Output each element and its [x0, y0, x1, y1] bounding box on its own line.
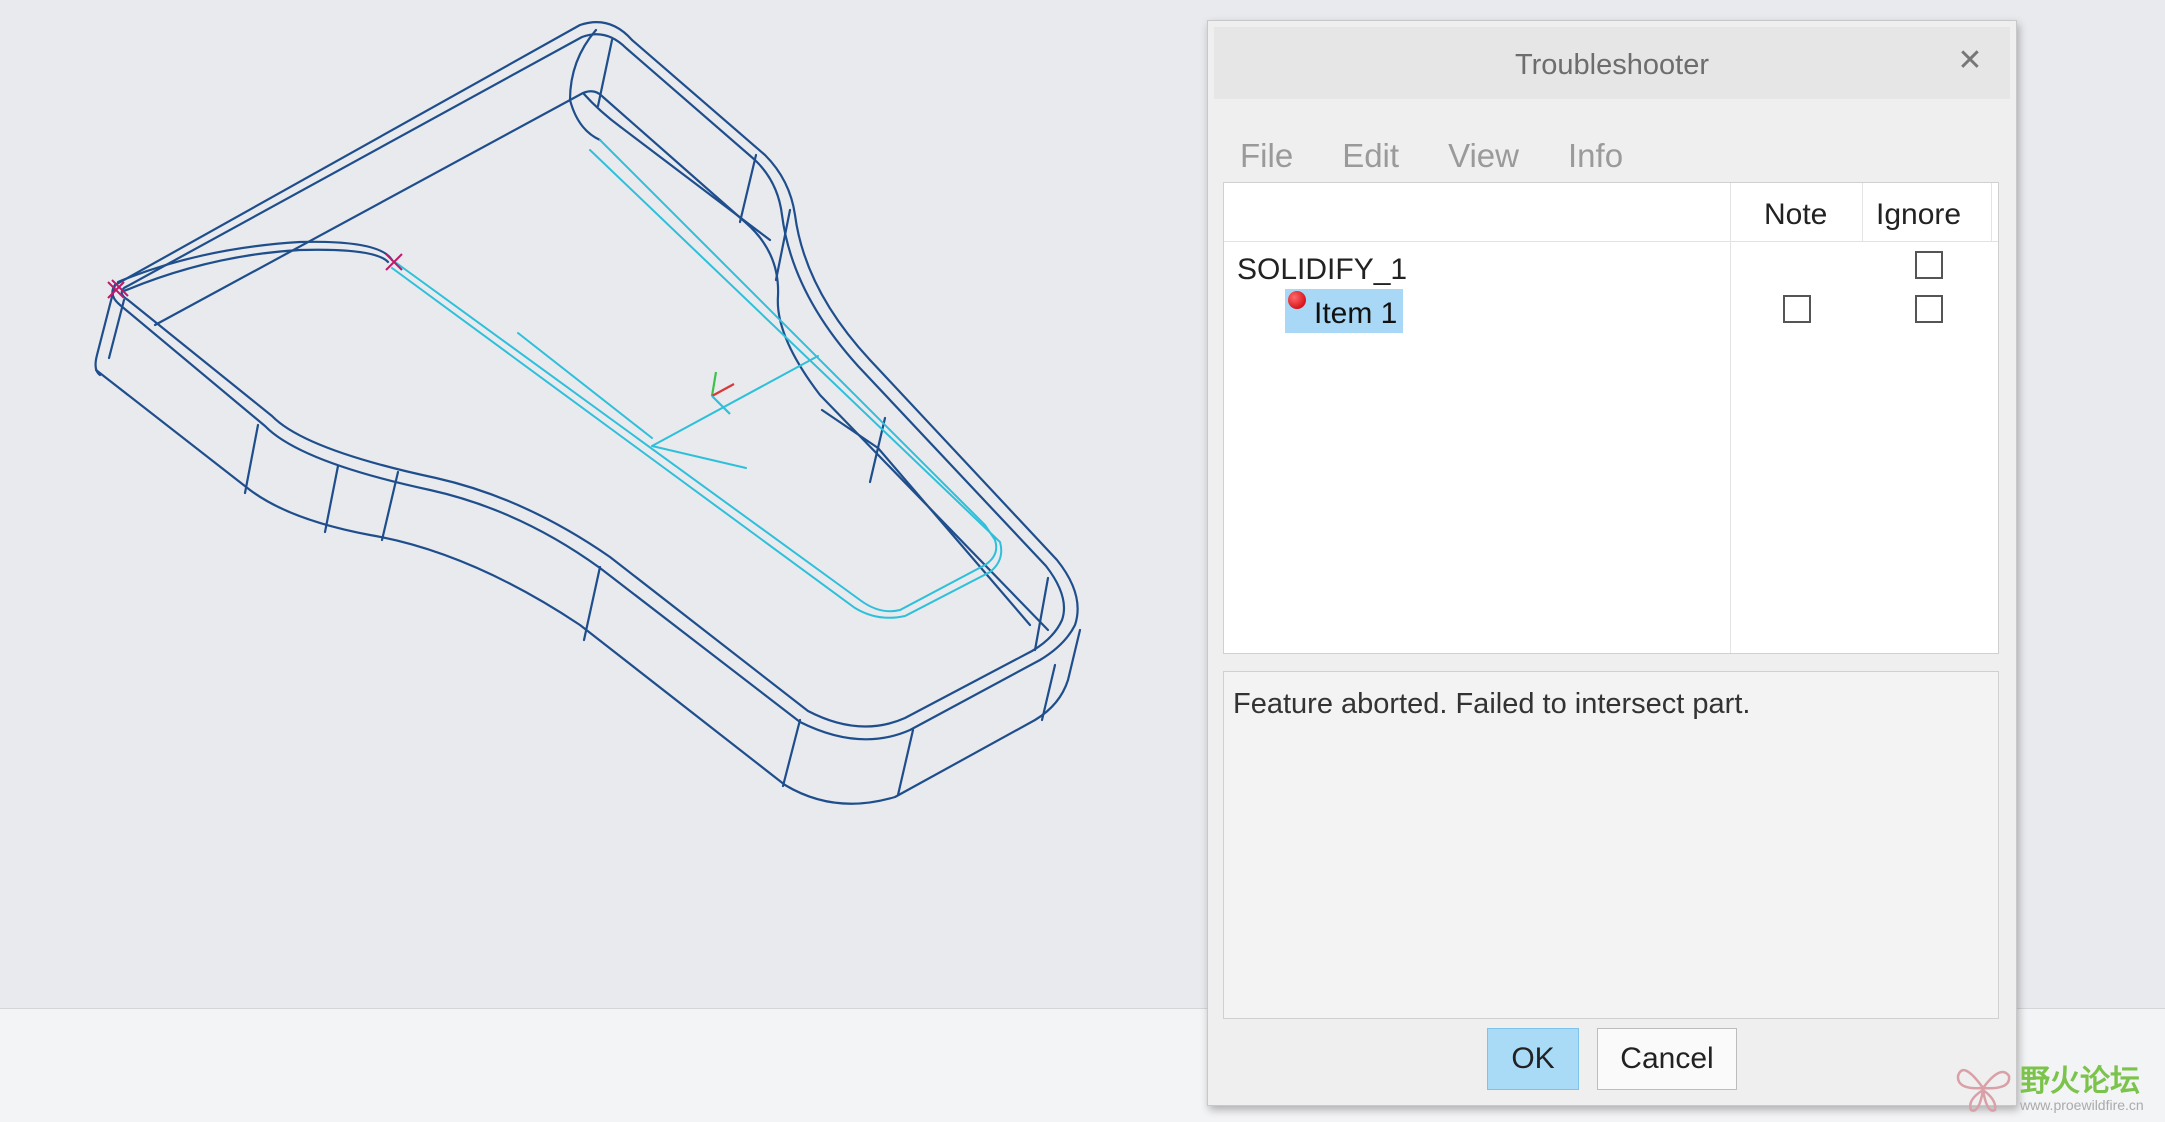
message-panel: Feature aborted. Failed to intersect par…	[1223, 671, 1999, 1019]
note-checkbox[interactable]	[1783, 295, 1811, 323]
tree-row-solidify[interactable]: SOLIDIFY_1	[1224, 247, 1998, 291]
tree-header: Note Ignore	[1224, 183, 1998, 242]
close-icon[interactable]: ✕	[1952, 43, 1988, 79]
wireframe-model[interactable]	[0, 0, 1200, 1008]
feature-tree-panel[interactable]: Note Ignore SOLIDIFY_1 Item 1	[1223, 182, 1999, 654]
error-dot-icon	[1288, 291, 1306, 309]
model-bottom-edge	[94, 368, 1082, 805]
error-message: Feature aborted. Failed to intersect par…	[1233, 688, 1751, 720]
dialog-titlebar[interactable]: Troubleshooter ✕	[1214, 27, 2010, 99]
menu-edit[interactable]: Edit	[1315, 119, 1421, 179]
sketch-curve-outer	[394, 139, 998, 613]
ignore-checkbox[interactable]	[1915, 251, 1943, 279]
column-divider[interactable]	[1862, 183, 1863, 241]
column-header-note[interactable]: Note	[1764, 198, 1827, 232]
watermark-text: 野火论坛	[2020, 1064, 2140, 1099]
ignore-checkbox[interactable]	[1915, 295, 1943, 323]
butterfly-logo-icon	[1956, 1068, 2011, 1112]
menu-file[interactable]: File	[1214, 119, 1315, 179]
cancel-button[interactable]: Cancel	[1597, 1028, 1737, 1090]
model-inner-rim	[120, 33, 1066, 728]
sketch-curve-inner	[391, 149, 1003, 619]
model-floor-edge	[153, 90, 1050, 632]
menu-info[interactable]: Info	[1541, 119, 1645, 179]
tree-item-selected[interactable]: Item 1	[1285, 289, 1403, 333]
application-window: Troubleshooter ✕ File Edit View Info Not…	[0, 0, 2165, 1122]
tree-root-label[interactable]: SOLIDIFY_1	[1237, 253, 1407, 287]
dialog-title: Troubleshooter	[1515, 49, 1709, 81]
forum-watermark: 野火论坛 www.proewildfire.cn	[1953, 1054, 2163, 1120]
watermark-url: www.proewildfire.cn	[2020, 1097, 2144, 1113]
model-outer-rim	[111, 21, 1079, 741]
column-divider[interactable]	[1991, 183, 1992, 241]
menu-view[interactable]: View	[1421, 119, 1541, 179]
troubleshooter-dialog: Troubleshooter ✕ File Edit View Info Not…	[1207, 20, 2017, 1106]
tree-item-label[interactable]: Item 1	[1314, 297, 1397, 331]
menu-bar: File Edit View Info	[1214, 119, 2010, 179]
column-header-ignore[interactable]: Ignore	[1876, 198, 1961, 232]
ok-button[interactable]: OK	[1487, 1028, 1579, 1090]
tree-row-item-1[interactable]: Item 1	[1224, 289, 1998, 333]
